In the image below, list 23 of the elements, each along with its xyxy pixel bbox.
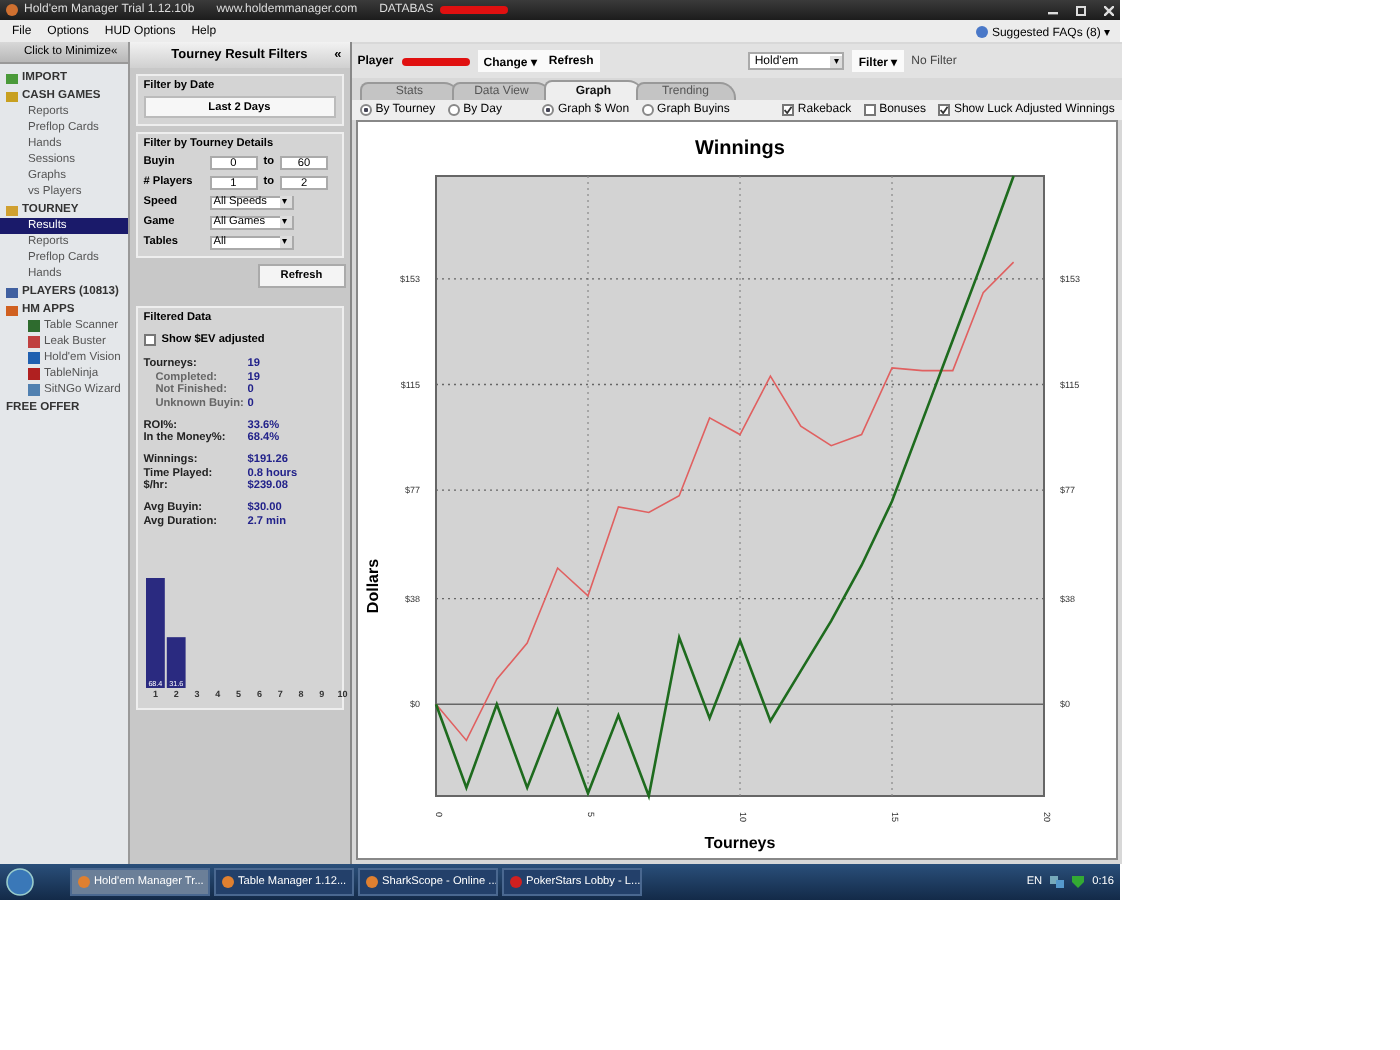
app-icon (6, 4, 18, 16)
radio-button[interactable] (541, 104, 554, 116)
chart-title: Winnings (694, 138, 785, 160)
app-icon (510, 876, 522, 888)
checkbox[interactable] (781, 104, 794, 116)
redaction-mark (439, 6, 508, 14)
redaction-mark (401, 57, 470, 65)
shield-icon[interactable] (1072, 876, 1085, 888)
app-icon (366, 876, 378, 888)
radio-button[interactable] (359, 104, 372, 116)
radio-button[interactable] (447, 104, 460, 116)
checkbox[interactable] (937, 104, 950, 116)
start-button[interactable] (6, 868, 34, 896)
radio-button[interactable] (641, 104, 654, 116)
network-icon[interactable] (1050, 876, 1065, 888)
checkbox[interactable] (143, 334, 156, 346)
y-axis-title: Dollars (363, 558, 382, 614)
app-icon (222, 876, 234, 888)
maximize-icon[interactable] (1076, 5, 1086, 15)
app-icon (78, 876, 90, 888)
x-axis-title: Tourneys (704, 834, 775, 852)
checkbox[interactable] (863, 104, 876, 116)
close-icon[interactable] (1104, 5, 1114, 15)
